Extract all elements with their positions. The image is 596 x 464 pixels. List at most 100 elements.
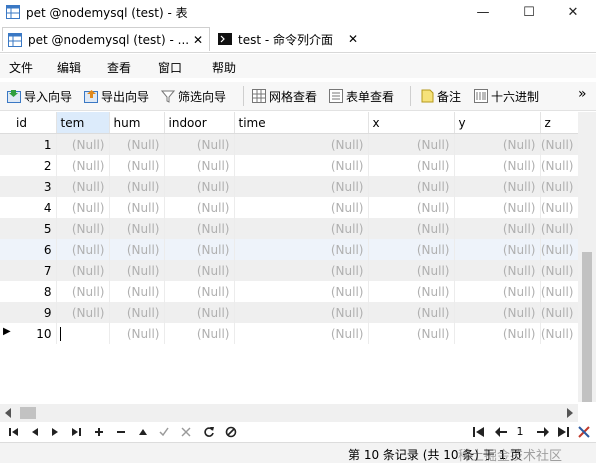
discard-changes-icon[interactable] — [181, 427, 191, 437]
tab-close-icon[interactable]: ✕ — [193, 33, 203, 47]
filter-wizard-button[interactable]: 筛选向导 — [161, 87, 226, 105]
export-wizard-button[interactable]: 导出向导 — [84, 87, 149, 105]
cell-time[interactable]: (Null) — [234, 176, 369, 197]
tab-command-line[interactable]: test - 命令列介面 ✕ — [212, 27, 364, 51]
close-button[interactable]: ✕ — [550, 0, 596, 24]
minimize-button[interactable]: — — [460, 0, 506, 24]
previous-page-icon[interactable] — [494, 426, 508, 438]
menu-edit[interactable]: 编辑 — [57, 59, 81, 76]
cell-id[interactable]: 1 — [0, 133, 57, 155]
cell-indoor[interactable]: (Null) — [164, 176, 235, 197]
cell-z[interactable]: (Null) — [540, 302, 579, 323]
grid-view-button[interactable]: 网格查看 — [252, 87, 317, 105]
cell-z[interactable]: (Null) — [540, 176, 579, 197]
cell-indoor[interactable]: (Null) — [164, 155, 235, 176]
next-page-icon[interactable] — [536, 426, 550, 438]
cell-hum[interactable]: (Null) — [109, 302, 165, 323]
cell-tem[interactable]: (Null) — [56, 218, 110, 239]
cell-tem[interactable]: (Null) — [56, 133, 110, 155]
cell-z[interactable]: (Null) — [540, 197, 579, 218]
cell-z[interactable]: (Null) — [540, 323, 579, 344]
horizontal-scrollbar[interactable] — [0, 404, 578, 422]
table-row[interactable]: 3 (Null) (Null) (Null) (Null) (Null) (Null) (Nu… — [0, 176, 579, 197]
cell-z[interactable]: (Null) — [540, 133, 579, 155]
maximize-button[interactable]: ☐ — [506, 0, 552, 24]
cell-tem[interactable]: (Null) — [56, 260, 110, 281]
add-record-icon[interactable] — [94, 427, 104, 437]
column-header-z[interactable]: z — [540, 112, 579, 134]
tab-table-editor[interactable]: pet @nodemysql (test) - ... ✕ — [2, 27, 210, 51]
cell-time[interactable]: (Null) — [234, 281, 369, 302]
cell-z[interactable]: (Null) — [540, 239, 579, 260]
cell-indoor[interactable]: (Null) — [164, 133, 235, 155]
column-header-x[interactable]: x — [368, 112, 455, 134]
import-wizard-button[interactable]: 导入向导 — [7, 87, 72, 105]
cell-editing-tem[interactable] — [56, 323, 110, 344]
cell-z[interactable]: (Null) — [540, 155, 579, 176]
cell-tem[interactable]: (Null) — [56, 176, 110, 197]
cell-id[interactable]: 4 — [0, 197, 57, 218]
cell-y[interactable]: (Null) — [454, 155, 541, 176]
cell-indoor[interactable]: (Null) — [164, 260, 235, 281]
table-row[interactable]: 5 (Null) (Null) (Null) (Null) (Null) (Null) (Nu… — [0, 218, 579, 239]
memo-button[interactable]: 备注 — [420, 87, 461, 105]
cell-y[interactable]: (Null) — [454, 176, 541, 197]
column-header-time[interactable]: time — [234, 112, 369, 134]
last-record-icon[interactable] — [70, 427, 82, 437]
column-header-hum[interactable]: hum — [109, 112, 165, 134]
cell-time[interactable]: (Null) — [234, 133, 369, 155]
cell-hum[interactable]: (Null) — [109, 133, 165, 155]
cell-y[interactable]: (Null) — [454, 197, 541, 218]
stop-icon[interactable] — [225, 426, 237, 438]
table-row[interactable]: 2 (Null) (Null) (Null) (Null) (Null) (Null) (Nu… — [0, 155, 579, 176]
table-row[interactable]: ▶ 10 (Null) (Null) (Null) (Null) (Null) (Null) — [0, 323, 579, 344]
table-row[interactable]: 4 (Null) (Null) (Null) (Null) (Null) (Null) (Nu… — [0, 197, 579, 218]
column-header-y[interactable]: y — [454, 112, 541, 134]
cell-x[interactable]: (Null) — [368, 302, 455, 323]
page-number-field[interactable]: 1 — [510, 424, 530, 439]
cell-id[interactable]: 2 — [0, 155, 57, 176]
apply-changes-icon[interactable] — [159, 427, 169, 437]
column-header-tem[interactable]: tem — [56, 112, 110, 134]
cell-y[interactable]: (Null) — [454, 218, 541, 239]
cell-y[interactable]: (Null) — [454, 133, 541, 155]
cell-time[interactable]: (Null) — [234, 239, 369, 260]
cell-hum[interactable]: (Null) — [109, 155, 165, 176]
previous-record-icon[interactable] — [30, 427, 40, 437]
last-page-icon[interactable] — [556, 426, 570, 438]
cell-time[interactable]: (Null) — [234, 218, 369, 239]
cell-id[interactable]: 7 — [0, 260, 57, 281]
table-row[interactable]: 8 (Null) (Null) (Null) (Null) (Null) (Null) (Nu… — [0, 281, 579, 302]
vertical-scrollbar[interactable] — [578, 112, 596, 402]
vertical-scroll-thumb[interactable] — [582, 252, 592, 402]
column-header-indoor[interactable]: indoor — [164, 112, 235, 134]
table-row[interactable]: 9 (Null) (Null) (Null) (Null) (Null) (Null) (Nu… — [0, 302, 579, 323]
cell-hum[interactable]: (Null) — [109, 260, 165, 281]
horizontal-scroll-thumb[interactable] — [20, 407, 36, 419]
cell-x[interactable]: (Null) — [368, 133, 455, 155]
settings-tools-icon[interactable] — [577, 425, 591, 439]
cell-tem[interactable]: (Null) — [56, 302, 110, 323]
delete-record-icon[interactable] — [116, 427, 126, 437]
cell-tem[interactable]: (Null) — [56, 281, 110, 302]
cell-x[interactable]: (Null) — [368, 155, 455, 176]
cell-indoor[interactable]: (Null) — [164, 281, 235, 302]
cell-tem[interactable]: (Null) — [56, 239, 110, 260]
cell-id[interactable]: 3 — [0, 176, 57, 197]
cell-id[interactable]: 5 — [0, 218, 57, 239]
form-view-button[interactable]: 表单查看 — [329, 87, 394, 105]
cell-y[interactable]: (Null) — [454, 239, 541, 260]
cell-hum[interactable]: (Null) — [109, 239, 165, 260]
table-row[interactable]: 7 (Null) (Null) (Null) (Null) (Null) (Null) (Nu… — [0, 260, 579, 281]
menu-file[interactable]: 文件 — [9, 59, 33, 76]
cell-y[interactable]: (Null) — [454, 260, 541, 281]
cell-time[interactable]: (Null) — [234, 197, 369, 218]
menu-view[interactable]: 查看 — [107, 59, 131, 76]
cell-indoor[interactable]: (Null) — [164, 218, 235, 239]
cell-hum[interactable]: (Null) — [109, 197, 165, 218]
cell-y[interactable]: (Null) — [454, 302, 541, 323]
cell-y[interactable]: (Null) — [454, 281, 541, 302]
cell-indoor[interactable]: (Null) — [164, 239, 235, 260]
first-page-icon[interactable] — [472, 426, 486, 438]
column-header-id[interactable]: id — [0, 112, 57, 134]
